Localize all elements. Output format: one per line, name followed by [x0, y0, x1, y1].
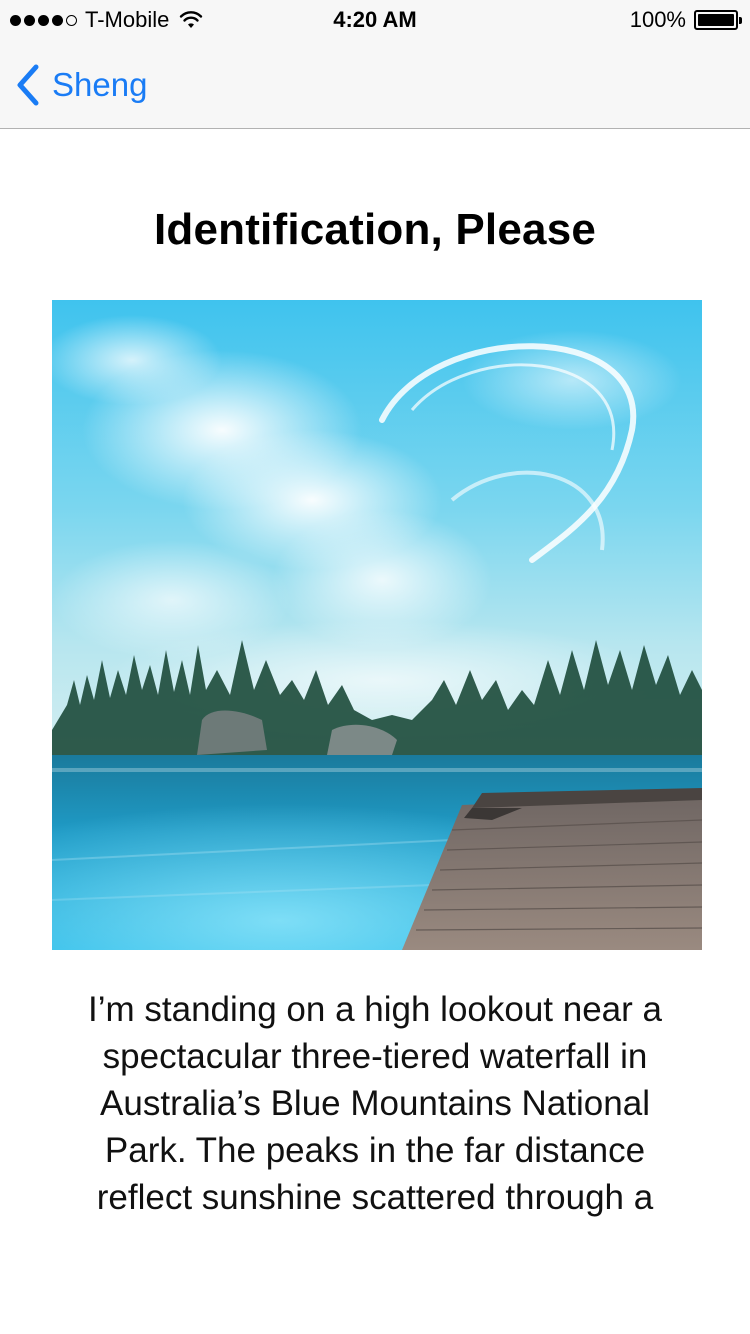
navigation-bar: Sheng — [0, 40, 750, 129]
back-button-label: Sheng — [52, 66, 148, 103]
description-text: I’m standing on a high lookout near a sp… — [88, 990, 662, 1217]
status-bar: T-Mobile 4:20 AM 100% — [0, 0, 750, 40]
battery-percentage: 100% — [629, 7, 686, 32]
landscape-photo — [52, 300, 702, 950]
page-title: Identification, Please — [153, 205, 597, 254]
back-button[interactable]: Sheng — [14, 62, 147, 108]
battery-icon — [694, 10, 742, 30]
status-right: 100% — [629, 0, 742, 40]
chevron-left-icon — [17, 64, 39, 106]
battery-fill — [698, 14, 734, 26]
app-screen: T-Mobile 4:20 AM 100% Sheng Identificati… — [0, 0, 750, 1334]
